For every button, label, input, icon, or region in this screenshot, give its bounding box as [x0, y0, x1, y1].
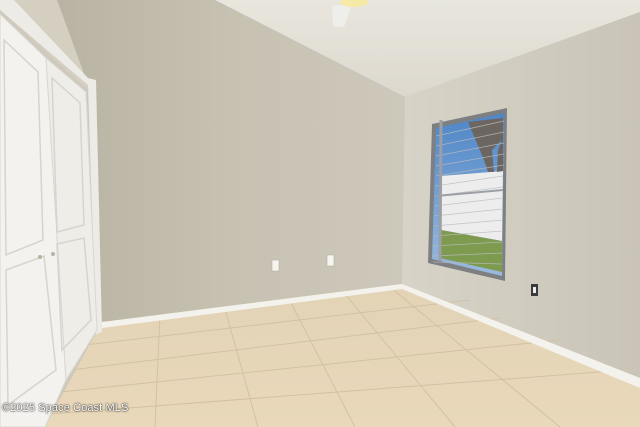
closet-knob-right [51, 252, 55, 256]
room-illustration [0, 0, 640, 427]
photo-watermark: ©2025 Space Coast MLS [2, 402, 129, 414]
wall-outlet-middle [326, 254, 335, 267]
closet-knob-left [38, 255, 42, 259]
wall-outlet-left [271, 259, 280, 272]
window [428, 108, 507, 281]
room-photo: ©2025 Space Coast MLS [0, 0, 640, 427]
